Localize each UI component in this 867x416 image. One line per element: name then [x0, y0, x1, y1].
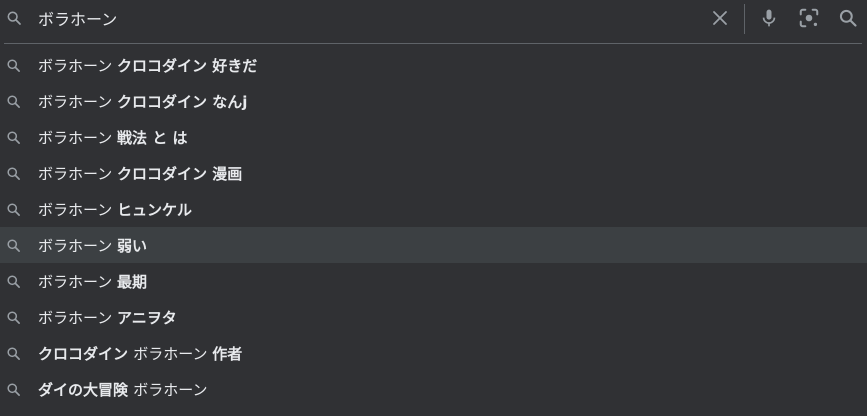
suggestion-completion: 戦法 と は	[117, 128, 188, 147]
suggestion-text: ボラホーン クロコダイン 好きだ	[38, 55, 257, 76]
search-icon	[6, 274, 21, 289]
suggestion-text: ボラホーン アニヲタ	[38, 307, 177, 328]
suggestion-completion: クロコダイン 好きだ	[117, 56, 258, 75]
suggestion-completion: 作者	[212, 344, 243, 363]
search-icon	[6, 310, 21, 325]
voice-search-button[interactable]	[756, 5, 782, 31]
toolbar-divider	[744, 4, 745, 34]
suggestion-query: ボラホーン	[38, 92, 118, 111]
suggestion-list: ボラホーン クロコダイン 好きだ ボラホーン クロコダイン なんj ボラホーン 戦法…	[0, 47, 867, 407]
search-icon	[6, 130, 21, 145]
suggestion-text: ボラホーン 戦法 と は	[38, 127, 187, 148]
suggestion-completion: ダイの大冒険	[38, 380, 134, 399]
suggestion-query: ボラホーン	[38, 236, 118, 255]
suggestion-completion: クロコダイン なんj	[117, 92, 248, 111]
suggestion-query: ボラホーン	[38, 272, 118, 291]
suggestion-text: ボラホーン クロコダイン 漫画	[38, 163, 242, 184]
clear-search-button[interactable]	[707, 5, 733, 31]
suggestion-query: ボラホーン	[38, 164, 118, 183]
suggestion-item[interactable]: ボラホーン アニヲタ	[0, 299, 867, 335]
suggestion-text: ボラホーン 最期	[38, 271, 147, 292]
suggestion-item[interactable]: クロコダイン ボラホーン 作者	[0, 335, 867, 371]
search-icon	[6, 58, 21, 73]
suggestion-completion: 弱い	[117, 236, 148, 255]
image-search-button[interactable]	[796, 5, 822, 31]
suggestion-query: ボラホーン	[38, 308, 118, 327]
suggestion-item[interactable]: ボラホーン クロコダイン 漫画	[0, 155, 867, 191]
suggestion-item[interactable]: ボラホーン 戦法 と は	[0, 119, 867, 155]
suggestion-query: ボラホーン	[38, 128, 118, 147]
microphone-icon	[762, 9, 776, 27]
search-bar	[0, 0, 867, 38]
search-icon	[6, 238, 21, 253]
search-icon	[6, 166, 21, 181]
suggestion-item[interactable]: ボラホーン クロコダイン 好きだ	[0, 47, 867, 83]
search-autocomplete-panel: ボラホーン クロコダイン 好きだボラホーン クロコダイン なんjボラホーン 戦法…	[0, 0, 867, 416]
suggestion-item[interactable]: ボラホーン クロコダイン なんj	[0, 83, 867, 119]
search-submit-button[interactable]	[835, 5, 861, 31]
suggestion-item[interactable]: ボラホーン ヒュンケル	[0, 191, 867, 227]
search-icon	[6, 346, 21, 361]
suggestion-text: ボラホーン クロコダイン なんj	[38, 91, 247, 112]
suggestion-text: ボラホーン 弱い	[38, 235, 147, 256]
search-icon	[7, 11, 21, 25]
suggestion-completion: クロコダイン	[38, 344, 134, 363]
search-input[interactable]	[38, 6, 678, 30]
suggestion-item[interactable]: ボラホーン 弱い	[0, 227, 867, 263]
suggestion-query: ボラホーン	[133, 380, 208, 399]
suggestion-completion: アニヲタ	[117, 308, 177, 327]
suggestion-query: ボラホーン	[133, 344, 213, 363]
suggestion-completion: ヒュンケル	[117, 200, 193, 219]
suggestion-text: ボラホーン ヒュンケル	[38, 199, 192, 220]
suggestion-item[interactable]: ダイの大冒険 ボラホーン	[0, 371, 867, 407]
suggestion-text: クロコダイン ボラホーン 作者	[38, 343, 242, 364]
suggestion-text: ダイの大冒険 ボラホーン	[38, 379, 208, 400]
suggestion-query: ボラホーン	[38, 200, 118, 219]
suggestion-completion: クロコダイン 漫画	[117, 164, 243, 183]
search-icon	[6, 94, 21, 109]
search-divider	[4, 43, 862, 44]
suggestion-item[interactable]: ボラホーン 最期	[0, 263, 867, 299]
search-icon	[6, 202, 21, 217]
close-icon	[713, 11, 727, 25]
camera-lens-icon	[799, 8, 819, 28]
search-icon	[839, 9, 857, 27]
search-icon	[6, 382, 21, 397]
suggestion-completion: 最期	[117, 272, 148, 291]
suggestion-query: ボラホーン	[38, 56, 118, 75]
